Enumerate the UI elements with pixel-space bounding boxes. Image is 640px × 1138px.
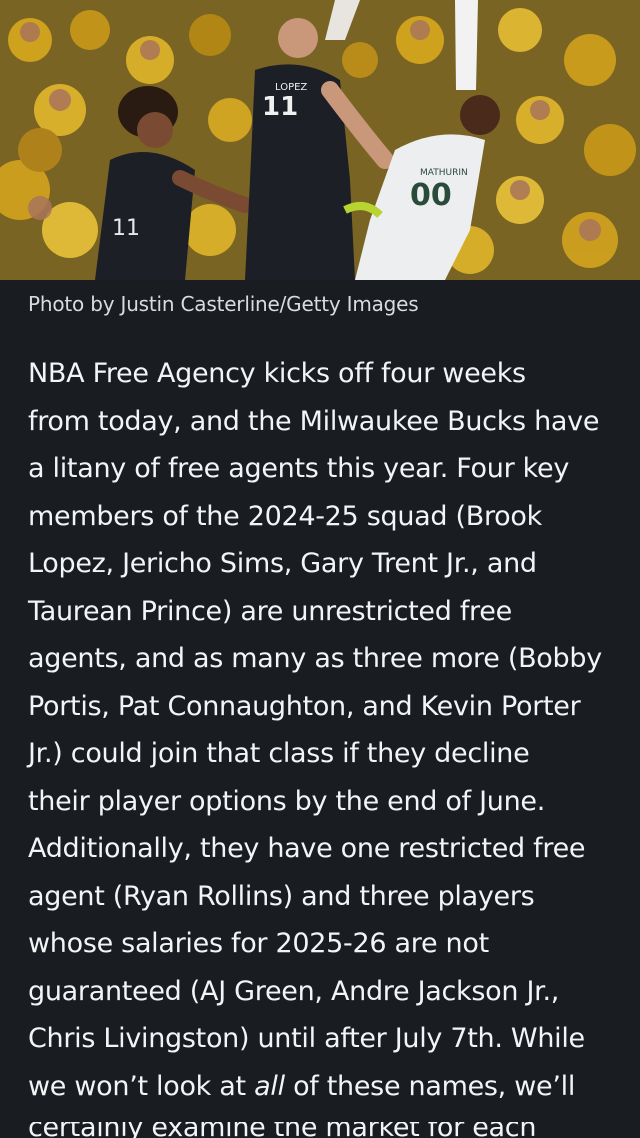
article-text: we won’t look at bbox=[28, 1070, 255, 1102]
svg-text:11: 11 bbox=[262, 92, 298, 122]
article-line-partial: certainly examine the market for each bbox=[28, 1122, 537, 1138]
article-line: from today, and the Milwaukee Bucks have bbox=[28, 405, 600, 437]
article-line: whose salaries for 2025-26 are not bbox=[28, 928, 489, 959]
article-line: NBA Free Agency kicks off four weeks bbox=[28, 358, 526, 389]
svg-text:LOPEZ: LOPEZ bbox=[275, 82, 307, 93]
svg-text:00: 00 bbox=[410, 178, 452, 213]
article-text: of these names, we’ll bbox=[284, 1070, 576, 1102]
basketball-game-photo-icon: 11 11 LOPEZ 00 MATHURIN bbox=[0, 0, 640, 280]
article-line: Taurean Prince) are unrestricted free bbox=[28, 595, 512, 627]
article-body: NBA Free Agency kicks off four weeks fro… bbox=[28, 350, 628, 1110]
article-line-last: we won’t look at all of these names, we’… bbox=[28, 1063, 628, 1111]
article-line: Portis, Pat Connaughton, and Kevin Porte… bbox=[28, 690, 581, 722]
article-line: Additionally, they have one restricted f… bbox=[28, 833, 586, 864]
svg-text:MATHURIN: MATHURIN bbox=[420, 168, 468, 178]
svg-text:11: 11 bbox=[112, 216, 140, 241]
article-line: guaranteed (AJ Green, Andre Jackson Jr., bbox=[28, 975, 560, 1007]
article-line: their player options by the end of June. bbox=[28, 785, 546, 817]
article-hero-photo: 11 11 LOPEZ 00 MATHURIN bbox=[0, 0, 640, 280]
article-cut-off-line: certainly examine the market for each bbox=[28, 1122, 628, 1138]
article-line: Chris Livingston) until after July 7th. … bbox=[28, 1023, 585, 1054]
article-line: a litany of free agents this year. Four … bbox=[28, 453, 570, 484]
article-line: members of the 2024-25 squad (Brook bbox=[28, 500, 542, 532]
article-emphasis: all bbox=[254, 1070, 285, 1102]
article-line: agent (Ryan Rollins) and three players bbox=[28, 880, 535, 912]
photo-credit-caption: Photo by Justin Casterline/Getty Images bbox=[28, 292, 419, 316]
article-line: Lopez, Jericho Sims, Gary Trent Jr., and bbox=[28, 548, 537, 579]
article-line: agents, and as many as three more (Bobby bbox=[28, 643, 602, 674]
article-line: Jr.) could join that class if they decli… bbox=[28, 738, 530, 769]
